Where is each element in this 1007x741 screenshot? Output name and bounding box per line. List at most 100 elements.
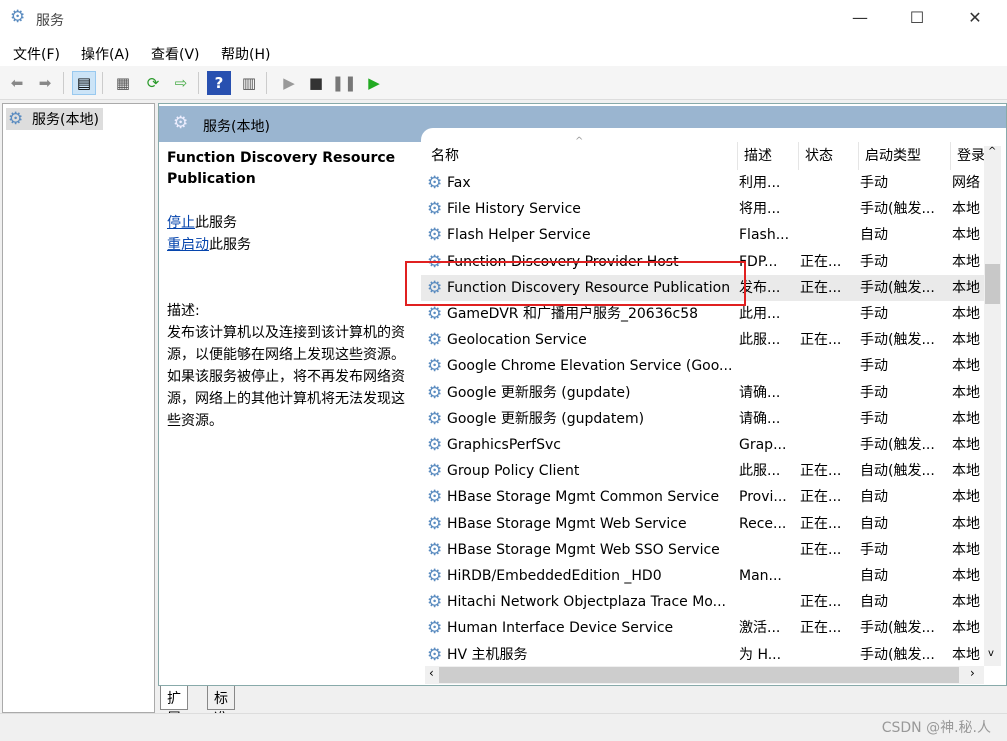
description-label: 描述: [167, 303, 200, 319]
cell-text: Provi... [739, 489, 787, 506]
gear-icon: ⚙ [427, 592, 443, 613]
tab-extended[interactable]: 扩展 [160, 686, 188, 727]
gear-icon: ⚙ [427, 330, 443, 351]
table-row[interactable]: ⚙ GraphicsPerfSvc Grap... 手动(触发... 本地 [421, 432, 984, 458]
table-row[interactable]: ⚙ Google Chrome Elevation Service (Goo...… [421, 353, 984, 379]
cell-startup-type: 手动(触发... [860, 642, 950, 668]
horizontal-scrollbar[interactable]: ‹ › [425, 666, 984, 684]
table-row[interactable]: ⚙ Google 更新服务 (gupdate) 请确... 手动 本地 [421, 380, 984, 406]
menu-view[interactable]: 查看(V) [151, 44, 200, 64]
column-description[interactable]: 描述 [737, 142, 798, 170]
properties-icon[interactable]: ▦ [111, 71, 135, 95]
back-icon[interactable]: ⬅ [5, 71, 29, 95]
scroll-right-icon[interactable]: › [970, 666, 975, 680]
table-row[interactable]: ⚙ Fax 利用... 手动 网络 [421, 170, 984, 196]
action-pane-icon[interactable]: ▥ [237, 71, 261, 95]
vertical-scrollbar[interactable]: ^ v [984, 146, 1001, 666]
cell-text: HV 主机服务 [447, 646, 528, 663]
cell-text: 手动 [860, 541, 888, 558]
maximize-button[interactable]: ☐ [902, 8, 932, 30]
services-list: 名称 ^ 描述 状态 启动类型 登录 ⚙ Fax 利用... 手动 网络 ⚙ File Hi… [421, 128, 1006, 685]
table-row[interactable]: ⚙ Google 更新服务 (gupdatem) 请确... 手动 本地 [421, 406, 984, 432]
table-row[interactable]: ⚙ Hitachi Network Objectplaza Trace Mo...… [421, 589, 984, 615]
table-row[interactable]: ⚙ HiRDB/EmbeddedEdition _HD0 Man... 自动 本地 [421, 563, 984, 589]
table-row[interactable]: ⚙ HBase Storage Mgmt Web Service Rece... 正在… [421, 511, 984, 537]
cell-logon: 本地 [952, 615, 984, 641]
table-row[interactable]: ⚙ Group Policy Client 此服... 正在... 自动(触发... 本地 [421, 458, 984, 484]
scroll-up-icon[interactable]: ^ [988, 146, 996, 157]
services-pane: ⚙ 服务(本地) Function Discovery Resource Pub… [158, 103, 1007, 686]
stop-service-link[interactable]: 停止 [167, 215, 195, 231]
vertical-scroll-thumb[interactable] [985, 264, 1000, 304]
tree-item-services-local[interactable]: ⚙ 服务(本地) [6, 108, 103, 130]
cell-description: 发布... [739, 275, 799, 301]
export-list-icon[interactable]: ⇨ [169, 71, 193, 95]
cell-text: 自动 [860, 515, 888, 532]
gear-icon: ⚙ [427, 513, 443, 534]
restart-service-link[interactable]: 重启动 [167, 237, 209, 253]
cell-startup-type: 自动 [860, 563, 950, 589]
table-row[interactable]: ⚙ HBase Storage Mgmt Common Service Provi.… [421, 484, 984, 510]
cell-text: HBase Storage Mgmt Web Service [447, 515, 687, 532]
scroll-left-icon[interactable]: ‹ [429, 666, 434, 680]
cell-startup-type: 手动(触发... [860, 275, 950, 301]
table-row[interactable]: ⚙ Flash Helper Service Flash... 自动 本地 [421, 222, 984, 248]
gear-icon: ⚙ [173, 113, 189, 133]
pause-icon[interactable]: ❚❚ [331, 71, 356, 95]
cell-startup-type: 手动 [860, 170, 950, 196]
table-row[interactable]: ⚙ HV 主机服务为 H... 手动(触发... 本地 [421, 642, 984, 668]
start-icon[interactable]: ▶ [277, 71, 301, 95]
forward-icon[interactable]: ➡ [33, 71, 57, 95]
stop-icon[interactable]: ■ [304, 71, 328, 95]
cell-text: 正在... [800, 594, 842, 611]
cell-description: 利用... [739, 170, 799, 196]
cell-text: Grap... [739, 437, 787, 453]
cell-text: 手动(触发... [860, 201, 935, 218]
menu-help[interactable]: 帮助(H) [221, 44, 270, 64]
cell-description [739, 353, 799, 379]
highlight-box [405, 261, 746, 306]
refresh-icon[interactable]: ⟳ [141, 71, 165, 95]
column-logon[interactable]: 登录 [950, 142, 984, 170]
toolbar: ⬅ ➡ ▤ ▦ ⟳ ⇨ ? ▥ ▶ ■ ❚❚ ▶ [0, 66, 1007, 100]
cell-text: 网络 [952, 175, 980, 191]
cell-text: Google Chrome Elevation Service (Goo... [447, 358, 733, 375]
cell-text: 正在... [800, 541, 842, 558]
show-hide-tree-icon[interactable]: ▤ [72, 71, 96, 95]
table-row[interactable]: ⚙ File History Service 将用... 手动(触发... 本地 [421, 196, 984, 222]
console-tree: ⚙ 服务(本地) [2, 103, 155, 713]
column-status[interactable]: 状态 [798, 142, 858, 170]
separator [266, 72, 267, 94]
resume-icon[interactable]: ▶ [362, 71, 386, 95]
gear-icon: ⚙ [427, 487, 443, 508]
cell-text: 本地 [952, 515, 980, 532]
table-row[interactable]: ⚙ Geolocation Service 此服... 正在... 手动(触发... 本地 [421, 327, 984, 353]
scroll-down-icon[interactable]: v [988, 648, 994, 659]
cell-text: 为 H... [739, 646, 782, 663]
cell-status [800, 432, 858, 458]
horizontal-scroll-thumb[interactable] [439, 667, 959, 683]
tab-standard[interactable]: 标准 [207, 686, 235, 727]
column-startup-type[interactable]: 启动类型 [858, 142, 950, 170]
cell-status: 正在... [800, 589, 858, 615]
cell-text: 自动(触发... [860, 463, 935, 480]
menu-action[interactable]: 操作(A) [81, 44, 130, 64]
minimize-button[interactable]: — [845, 8, 875, 30]
table-row[interactable]: ⚙ HBase Storage Mgmt Web SSO Service 正在...… [421, 537, 984, 563]
cell-logon: 本地 [952, 275, 984, 301]
close-button[interactable]: ✕ [960, 8, 990, 30]
cell-text: 手动 [860, 358, 888, 375]
cell-text: 本地 [952, 620, 980, 637]
gear-icon: ⚙ [427, 435, 443, 455]
menu-file[interactable]: 文件(F) [13, 44, 60, 64]
gear-icon: ⚙ [427, 225, 443, 246]
cell-logon: 本地 [952, 642, 984, 668]
cell-name: ⚙ Google Chrome Elevation Service (Goo... [427, 353, 737, 379]
cell-text: 本地 [952, 279, 980, 296]
cell-logon: 本地 [952, 511, 984, 537]
table-row[interactable]: ⚙ Human Interface Device Service 激活... 正在..… [421, 615, 984, 641]
help-icon[interactable]: ? [207, 71, 231, 95]
cell-text: 手动(触发... [860, 646, 935, 663]
cell-text: 正在... [800, 279, 842, 296]
cell-text: 本地 [952, 358, 980, 375]
